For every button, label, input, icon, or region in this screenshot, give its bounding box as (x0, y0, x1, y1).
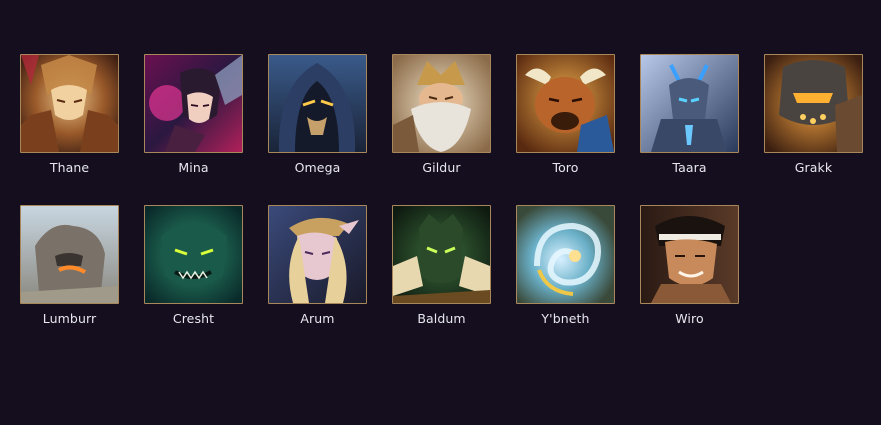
gildur-portrait[interactable] (392, 54, 491, 153)
hero-card-lumburr[interactable]: Lumburr (20, 205, 119, 326)
lumburr-portrait[interactable] (20, 205, 119, 304)
hero-card-taara[interactable]: Taara (640, 54, 739, 175)
hero-name: Lumburr (42, 311, 97, 326)
grakk-portrait[interactable] (764, 54, 863, 153)
hero-grid: Thane Mina Omega Gildur Toro Taara Grakk… (20, 54, 870, 356)
toro-portrait[interactable] (516, 54, 615, 153)
hero-name: Cresht (172, 311, 215, 326)
hero-name: Thane (49, 160, 90, 175)
hero-name: Gildur (422, 160, 461, 175)
hero-row: Lumburr Cresht Arum Baldum Y'bneth Wiro (20, 205, 870, 326)
omega-portrait[interactable] (268, 54, 367, 153)
mina-portrait[interactable] (144, 54, 243, 153)
baldum-portrait[interactable] (392, 205, 491, 304)
hero-card-gildur[interactable]: Gildur (392, 54, 491, 175)
hero-name: Y'bneth (541, 311, 590, 326)
arum-portrait[interactable] (268, 205, 367, 304)
hero-row: Thane Mina Omega Gildur Toro Taara Grakk (20, 54, 870, 175)
hero-card-mina[interactable]: Mina (144, 54, 243, 175)
hero-name: Mina (178, 160, 209, 175)
hero-card-cresht[interactable]: Cresht (144, 205, 243, 326)
hero-name: Arum (300, 311, 335, 326)
wiro-portrait[interactable] (640, 205, 739, 304)
hero-name: Omega (294, 160, 341, 175)
cresht-portrait[interactable] (144, 205, 243, 304)
hero-card-thane[interactable]: Thane (20, 54, 119, 175)
hero-card-baldum[interactable]: Baldum (392, 205, 491, 326)
taara-portrait[interactable] (640, 54, 739, 153)
thane-portrait[interactable] (20, 54, 119, 153)
hero-name: Toro (552, 160, 579, 175)
hero-name: Grakk (794, 160, 833, 175)
ybneth-portrait[interactable] (516, 205, 615, 304)
hero-name: Wiro (675, 311, 704, 326)
hero-card-wiro[interactable]: Wiro (640, 205, 739, 326)
hero-card-grakk[interactable]: Grakk (764, 54, 863, 175)
hero-card-arum[interactable]: Arum (268, 205, 367, 326)
hero-name: Taara (672, 160, 707, 175)
hero-card-ybneth[interactable]: Y'bneth (516, 205, 615, 326)
hero-name: Baldum (417, 311, 466, 326)
hero-card-omega[interactable]: Omega (268, 54, 367, 175)
hero-card-toro[interactable]: Toro (516, 54, 615, 175)
